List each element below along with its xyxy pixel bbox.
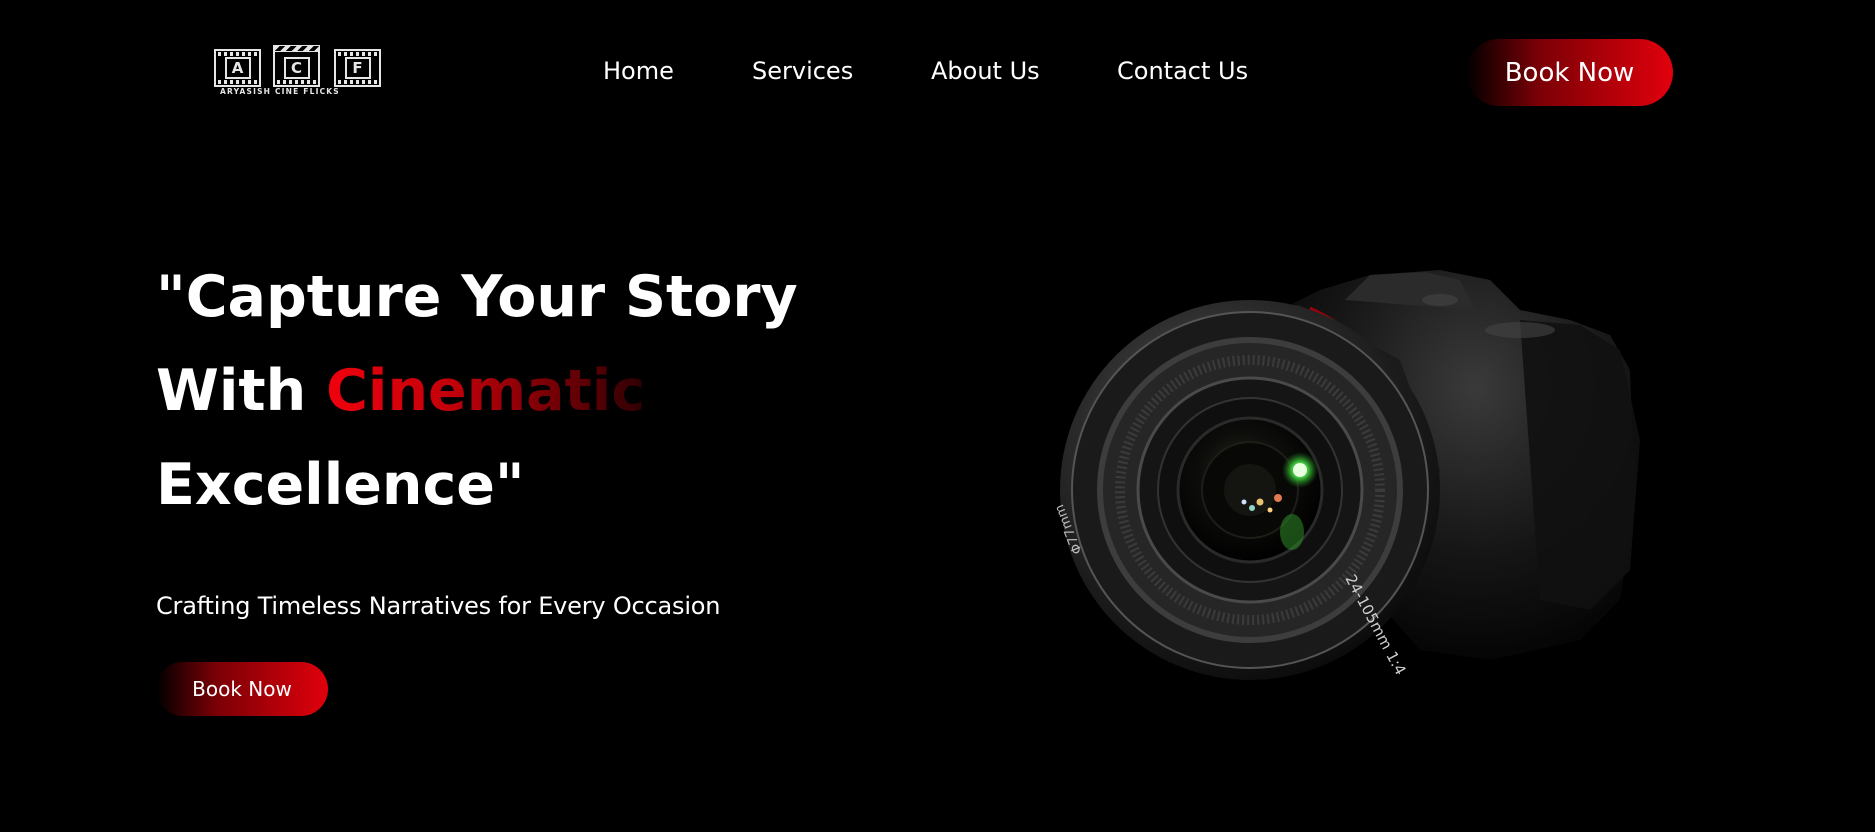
headline-accent-word: Cinematic bbox=[326, 358, 646, 424]
headline-line-2: With Cinematic bbox=[156, 344, 856, 438]
page: A C F ARYASISH CINE FLICKS Home Services… bbox=[0, 0, 1875, 832]
logo-frame-c: C bbox=[273, 45, 320, 87]
logo-frame-f: F bbox=[334, 49, 381, 87]
nav-home[interactable]: Home bbox=[603, 55, 674, 87]
hero-headline: "Capture Your Story With Cinematic Excel… bbox=[156, 250, 856, 532]
hero-book-now-button[interactable]: Book Now bbox=[156, 662, 328, 716]
clapperboard-icon bbox=[273, 45, 320, 52]
camera-grip bbox=[1520, 320, 1640, 610]
camera-image: 24-105mm 1:4 Φ77mm bbox=[1052, 270, 1640, 680]
nav-contact-us[interactable]: Contact Us bbox=[1117, 55, 1248, 87]
headline-line-1: "Capture Your Story bbox=[156, 264, 798, 330]
logo-frame-a: A bbox=[214, 49, 261, 87]
brand-logo[interactable]: A C F ARYASISH CINE FLICKS bbox=[214, 45, 388, 96]
headline-line-2-prefix: With bbox=[156, 358, 327, 424]
logo-letter-a: A bbox=[224, 57, 251, 79]
hero-subtitle: Crafting Timeless Narratives for Every O… bbox=[156, 592, 721, 620]
nav-services[interactable]: Services bbox=[752, 55, 853, 87]
logo-wordmark: ARYASISH CINE FLICKS bbox=[220, 87, 340, 96]
logo-letter-f: F bbox=[344, 57, 371, 79]
headline-line-3: Excellence" bbox=[156, 452, 525, 518]
header-book-now-button[interactable]: Book Now bbox=[1466, 39, 1673, 106]
nav-about-us[interactable]: About Us bbox=[931, 55, 1040, 87]
logo-letter-c: C bbox=[283, 57, 310, 79]
